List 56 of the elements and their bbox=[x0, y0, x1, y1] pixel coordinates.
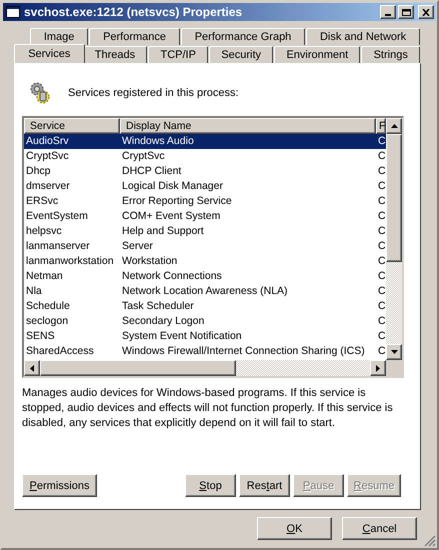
column-header[interactable]: Display Name bbox=[120, 118, 376, 134]
close-button[interactable] bbox=[418, 5, 434, 19]
tab[interactable]: Performance Graph bbox=[180, 28, 306, 45]
tab[interactable]: Security bbox=[209, 46, 274, 63]
tab[interactable]: Threads bbox=[82, 46, 148, 63]
up-triangle-icon bbox=[390, 124, 398, 128]
service-row[interactable]: Dhcp DHCP Client C bbox=[24, 164, 386, 179]
tab[interactable]: Services bbox=[14, 44, 85, 63]
service-row[interactable]: helpsvc Help and Support C bbox=[24, 224, 386, 239]
stop-button[interactable]: Stop bbox=[185, 474, 236, 497]
tab[interactable]: Performance bbox=[89, 28, 180, 45]
vertical-scrollbar[interactable] bbox=[386, 118, 402, 360]
tab[interactable]: Strings bbox=[361, 46, 420, 63]
service-row[interactable]: Nla Network Location Awareness (NLA) C bbox=[24, 284, 386, 299]
maximize-button[interactable] bbox=[398, 5, 414, 19]
resize-grip-icon bbox=[424, 535, 436, 547]
tab[interactable]: TCP/IP bbox=[148, 46, 208, 63]
scroll-up-button[interactable] bbox=[386, 118, 402, 134]
restart-button[interactable]: Restart bbox=[239, 474, 290, 497]
service-row[interactable]: Schedule Task Scheduler C bbox=[24, 299, 386, 314]
gears-icon bbox=[29, 81, 51, 105]
tab[interactable]: Disk and Network bbox=[306, 28, 420, 45]
down-triangle-icon bbox=[390, 350, 398, 354]
window-title: svchost.exe:1212 (netsvcs) Properties bbox=[24, 5, 244, 19]
service-row[interactable]: CryptSvc CryptSvc C bbox=[24, 149, 386, 164]
service-row[interactable]: lanmanserver Server C bbox=[24, 239, 386, 254]
column-header[interactable]: Service bbox=[24, 118, 120, 134]
scrollbar-thumb[interactable] bbox=[386, 134, 402, 262]
heading-text: Services registered in this process: bbox=[68, 87, 239, 99]
scrollbar-thumb[interactable] bbox=[40, 360, 236, 376]
service-row[interactable]: Netman Network Connections C bbox=[24, 269, 386, 284]
tab[interactable]: Image bbox=[30, 28, 88, 45]
ok-button[interactable]: OK bbox=[257, 517, 332, 540]
service-row[interactable]: SENS System Event Notification C bbox=[24, 329, 386, 344]
service-row[interactable]: ERSvc Error Reporting Service C bbox=[24, 194, 386, 209]
service-row[interactable]: EventSystem COM+ Event System C bbox=[24, 209, 386, 224]
service-row[interactable]: dmserver Logical Disk Manager C bbox=[24, 179, 386, 194]
maximize-icon bbox=[402, 8, 410, 16]
permissions-button[interactable]: Permissions bbox=[22, 474, 97, 497]
column-header[interactable]: F bbox=[376, 118, 386, 134]
scroll-down-button[interactable] bbox=[386, 344, 402, 360]
tab[interactable]: Environment bbox=[274, 46, 360, 63]
left-triangle-icon bbox=[30, 364, 34, 372]
service-row[interactable]: AudioSrv Windows Audio C bbox=[24, 134, 386, 149]
service-row[interactable]: seclogon Secondary Logon C bbox=[24, 314, 386, 329]
horizontal-scrollbar[interactable] bbox=[24, 360, 386, 376]
cancel-button[interactable]: Cancel bbox=[342, 517, 417, 540]
window-icon bbox=[6, 6, 20, 18]
minimize-button[interactable] bbox=[380, 5, 396, 19]
service-description: Manages audio devices for Windows-based programs. If this service is stopped, audio devices and effects will not function properly. If this service is disabled, any services that explicitly depend on it will fail to start. bbox=[22, 386, 394, 431]
close-icon bbox=[422, 8, 430, 16]
scroll-right-button[interactable] bbox=[370, 360, 386, 376]
service-row[interactable]: SharedAccess Windows Firewall/Internet Connection Sharing (ICS) C bbox=[24, 344, 386, 359]
service-row[interactable]: lanmanworkstation Workstation C bbox=[24, 254, 386, 269]
scroll-left-button[interactable] bbox=[24, 360, 40, 376]
right-triangle-icon bbox=[376, 364, 380, 372]
